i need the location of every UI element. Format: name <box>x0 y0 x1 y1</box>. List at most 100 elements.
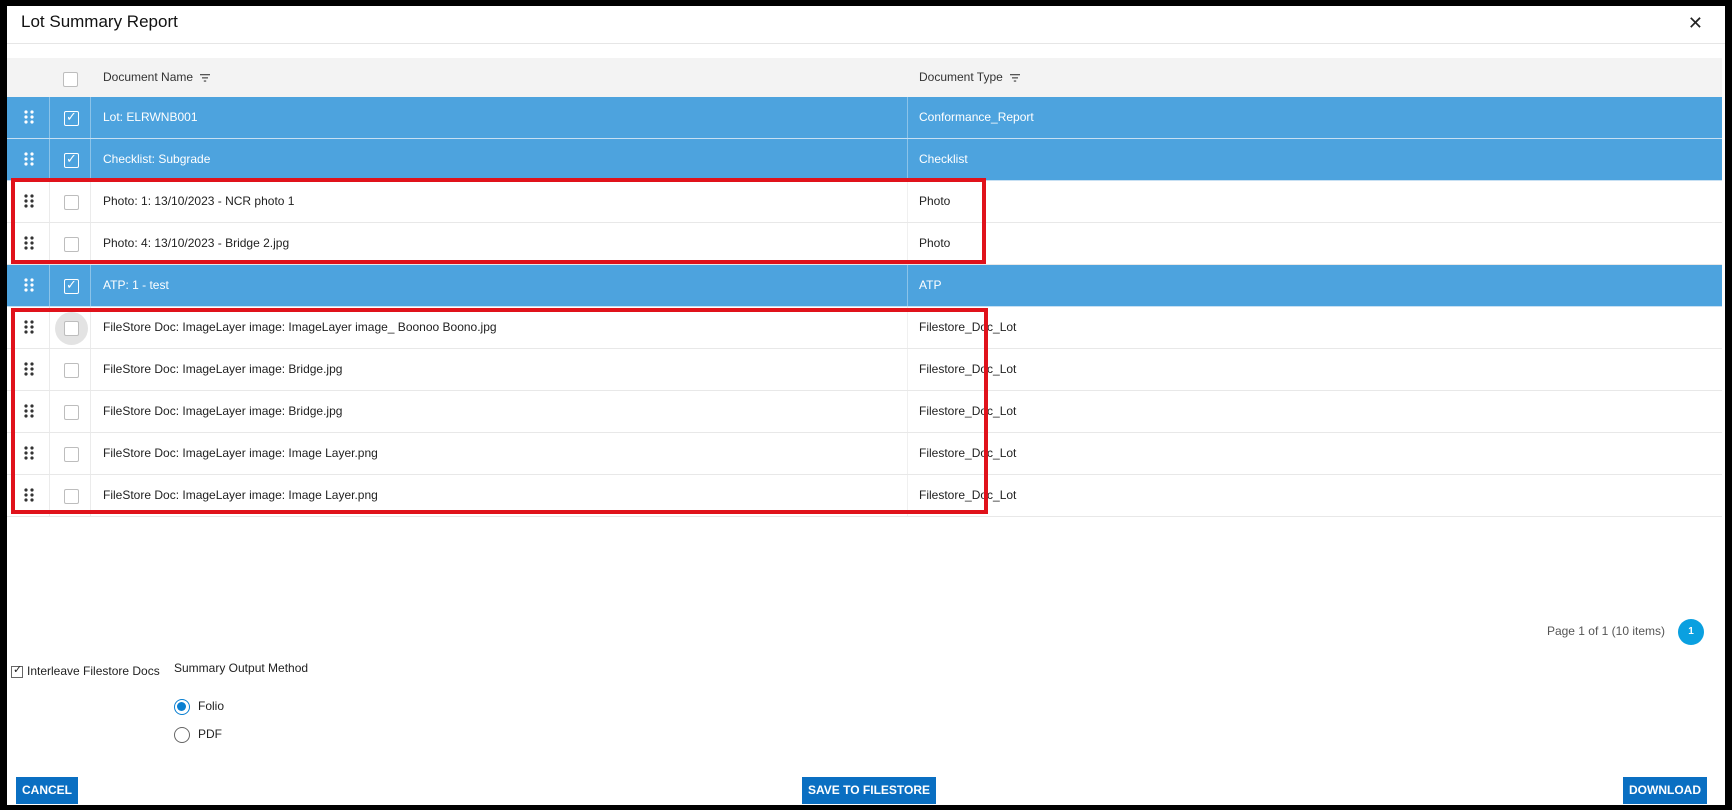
row-checkbox-cell <box>49 307 91 348</box>
drag-handle-icon[interactable] <box>7 349 49 390</box>
column-divider <box>907 391 908 432</box>
row-checkbox[interactable]: ✓ <box>64 151 79 168</box>
document-type-cell: Checklist <box>919 152 968 166</box>
row-checkbox[interactable] <box>64 405 79 420</box>
table-row[interactable]: FileStore Doc: ImageLayer image: Bridge.… <box>7 349 1722 391</box>
interleave-label: Interleave Filestore Docs <box>27 664 160 678</box>
document-name-cell: ATP: 1 - test <box>103 278 169 292</box>
close-button[interactable]: ✕ <box>1688 13 1703 34</box>
drag-handle-icon[interactable] <box>7 139 49 180</box>
summary-output-method-label: Summary Output Method <box>174 661 309 675</box>
drag-handle-icon[interactable] <box>7 223 49 264</box>
column-header-document-name[interactable]: Document Name <box>103 70 211 84</box>
row-checkbox[interactable]: ✓ <box>64 277 79 294</box>
document-name-cell: FileStore Doc: ImageLayer image: Bridge.… <box>103 362 343 376</box>
interleave-checkbox[interactable]: ✓ <box>11 663 23 678</box>
page-button-1[interactable]: 1 <box>1678 619 1704 645</box>
checkmark-icon: ✓ <box>66 109 77 124</box>
document-type-cell: Photo <box>919 236 951 250</box>
column-divider <box>907 97 908 138</box>
document-name-cell: Checklist: Subgrade <box>103 152 211 166</box>
column-divider <box>907 433 908 474</box>
table-row[interactable]: FileStore Doc: ImageLayer image: ImageLa… <box>7 307 1722 349</box>
select-all-cell <box>49 58 91 97</box>
lot-summary-dialog: Lot Summary Report ✕ Document Name Docum… <box>7 6 1725 805</box>
document-name-cell: Lot: ELRWNB001 <box>103 110 198 124</box>
document-type-cell: Photo <box>919 194 951 208</box>
column-header-document-type[interactable]: Document Type <box>919 70 1021 84</box>
column-label-document-name: Document Name <box>103 70 194 84</box>
drag-handle-icon[interactable] <box>7 97 49 138</box>
document-name-cell: FileStore Doc: ImageLayer image: ImageLa… <box>103 320 497 334</box>
row-checkbox[interactable] <box>64 237 79 252</box>
dialog-title: Lot Summary Report <box>21 12 178 31</box>
table-row[interactable]: FileStore Doc: ImageLayer image: Bridge.… <box>7 391 1722 433</box>
filter-icon[interactable] <box>1010 73 1021 82</box>
cancel-button[interactable]: CANCEL <box>16 777 78 804</box>
radio-label-folio: Folio <box>198 699 225 714</box>
document-name-cell: FileStore Doc: ImageLayer image: Image L… <box>103 446 378 460</box>
radio-label-pdf: PDF <box>198 727 222 742</box>
table-row[interactable]: ✓ ATP: 1 - test ATP <box>7 265 1722 307</box>
radio-pdf[interactable] <box>174 727 190 743</box>
drag-handle-icon[interactable] <box>7 475 49 516</box>
drag-handle-icon[interactable] <box>7 181 49 222</box>
row-checkbox-cell: ✓ <box>49 97 91 138</box>
download-button[interactable]: DOWNLOAD <box>1623 777 1707 804</box>
table-row[interactable]: Photo: 1: 13/10/2023 - NCR photo 1 Photo <box>7 181 1722 223</box>
checkmark-icon: ✓ <box>13 663 23 676</box>
grid-header: Document Name Document Type <box>7 58 1722 97</box>
document-name-cell: FileStore Doc: ImageLayer image: Bridge.… <box>103 404 343 418</box>
interleave-option[interactable]: ✓ Interleave Filestore Docs <box>11 664 160 678</box>
save-to-filestore-button[interactable]: SAVE TO FILESTORE <box>802 777 937 804</box>
document-type-cell: Filestore_Doc_Lot <box>919 362 1017 376</box>
radio-option-folio[interactable]: Folio <box>174 699 224 715</box>
pager-summary: Page 1 of 1 (10 items) <box>1546 624 1665 638</box>
row-checkbox-cell: ✓ <box>49 265 91 306</box>
row-checkbox-cell <box>49 223 91 264</box>
column-divider <box>907 265 908 306</box>
documents-grid: Document Name Document Type ✓ Lot: ELRWNB… <box>7 58 1722 517</box>
row-checkbox[interactable] <box>64 447 79 462</box>
row-checkbox-cell <box>49 349 91 390</box>
drag-handle-icon[interactable] <box>7 307 49 348</box>
table-row[interactable]: ✓ Checklist: Subgrade Checklist <box>7 139 1722 181</box>
document-type-cell: Filestore_Doc_Lot <box>919 320 1017 334</box>
radio-folio[interactable] <box>174 699 190 715</box>
document-type-cell: ATP <box>919 278 942 292</box>
checkmark-icon: ✓ <box>66 277 77 292</box>
column-label-document-type: Document Type <box>919 70 1003 84</box>
column-divider <box>907 307 908 348</box>
drag-handle-icon[interactable] <box>7 391 49 432</box>
column-divider <box>907 475 908 516</box>
document-type-cell: Filestore_Doc_Lot <box>919 446 1017 460</box>
row-checkbox-cell: ✓ <box>49 139 91 180</box>
row-checkbox-cell <box>49 391 91 432</box>
grid-body: ✓ Lot: ELRWNB001 Conformance_Report ✓ Checkl… <box>7 97 1722 517</box>
drag-handle-icon[interactable] <box>7 433 49 474</box>
document-type-cell: Filestore_Doc_Lot <box>919 404 1017 418</box>
table-row[interactable]: Photo: 4: 13/10/2023 - Bridge 2.jpg Photo <box>7 223 1722 265</box>
document-name-cell: Photo: 1: 13/10/2023 - NCR photo 1 <box>103 194 295 208</box>
document-name-cell: Photo: 4: 13/10/2023 - Bridge 2.jpg <box>103 236 290 250</box>
table-row[interactable]: ✓ Lot: ELRWNB001 Conformance_Report <box>7 97 1722 139</box>
table-row[interactable]: FileStore Doc: ImageLayer image: Image L… <box>7 475 1722 517</box>
document-type-cell: Conformance_Report <box>919 110 1034 124</box>
row-checkbox[interactable] <box>64 195 79 210</box>
row-checkbox[interactable]: ✓ <box>64 109 79 126</box>
table-row[interactable]: FileStore Doc: ImageLayer image: Image L… <box>7 433 1722 475</box>
row-checkbox-cell <box>49 475 91 516</box>
radio-option-pdf[interactable]: PDF <box>174 727 222 743</box>
dialog-title-bar: Lot Summary Report ✕ <box>7 6 1725 44</box>
document-type-cell: Filestore_Doc_Lot <box>919 488 1017 502</box>
filter-icon[interactable] <box>200 73 211 82</box>
column-divider <box>907 223 908 264</box>
row-checkbox[interactable] <box>64 363 79 378</box>
row-checkbox[interactable] <box>64 489 79 504</box>
column-divider <box>907 181 908 222</box>
row-checkbox-cell <box>49 181 91 222</box>
drag-handle-icon[interactable] <box>7 265 49 306</box>
select-all-checkbox[interactable] <box>63 72 78 87</box>
column-divider <box>907 139 908 180</box>
row-checkbox[interactable] <box>64 321 79 336</box>
